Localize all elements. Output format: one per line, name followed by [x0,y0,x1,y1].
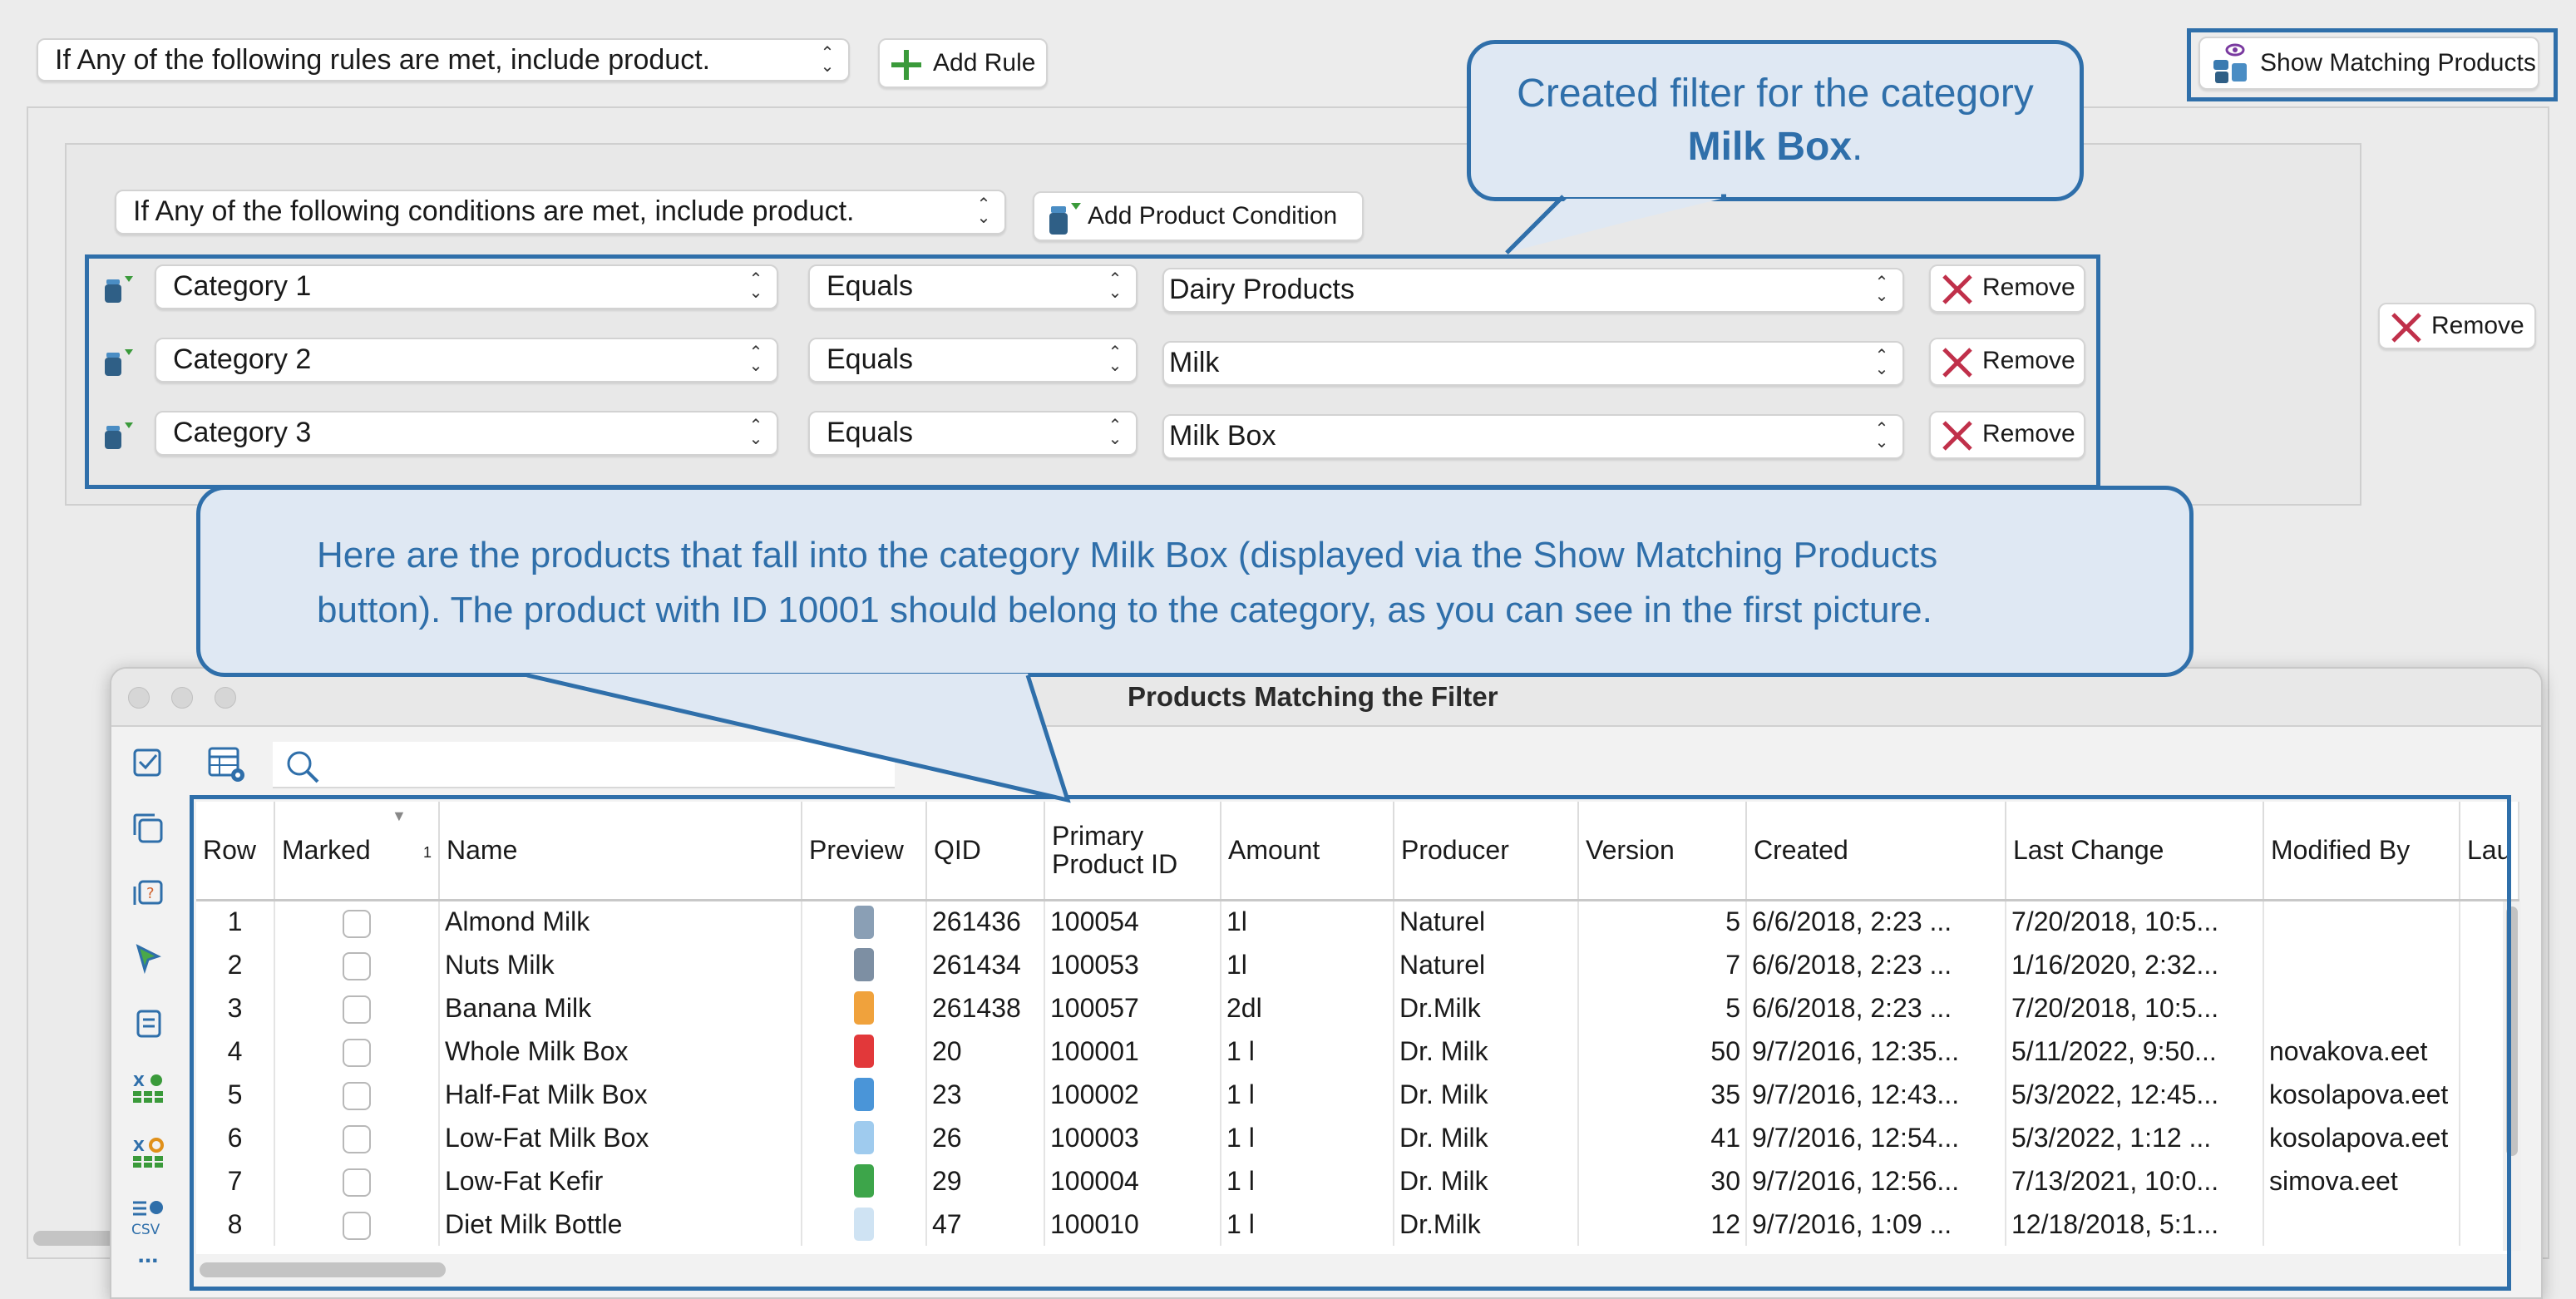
svg-text:CSV: CSV [131,1222,160,1237]
window-title: Products Matching the Filter [1128,681,1498,712]
copy-icon[interactable] [131,812,165,845]
callout-main-line1: Here are the products that fall into the… [317,535,1938,575]
remove-condition-label: Remove [1982,420,2075,447]
csv-export-icon[interactable]: CSV [131,1198,165,1237]
callout-top-line1: Created filter for the category [1517,72,2034,116]
close-icon [1942,274,1972,304]
select-arrows-icon: ⌃ ⌄ [748,343,763,375]
remove-condition-button[interactable]: Remove [1929,264,2085,313]
select-arrows-icon: ⌃ ⌄ [748,417,763,448]
condition-match-select[interactable]: If Any of the following conditions are m… [115,190,1006,235]
add-rule-label: Add Rule [933,49,1036,77]
close-icon [1942,348,1972,378]
select-arrows-icon: ⌃ ⌄ [1108,343,1123,375]
select-arrows-icon: ⌃ ⌄ [1108,417,1123,448]
product-condition-icon [105,276,133,303]
callout-main-tail [526,673,1071,803]
callout-top-tail-fill [1505,194,1726,254]
close-icon [1942,421,1972,451]
condition-operator-select[interactable]: Equals ⌃ ⌄ [808,264,1137,309]
rule-match-select[interactable]: If Any of the following rules are met, i… [37,38,850,81]
select-arrows-icon: ⌃ ⌄ [820,44,835,76]
callout-top-suffix: . [1852,125,1863,169]
condition-operator-value: Equals [827,417,913,448]
remove-condition-label: Remove [1982,274,2075,301]
condition-attribute-select[interactable]: Category 1 ⌃ ⌄ [155,264,778,309]
show-matching-highlight [2187,28,2558,101]
excel-settings-icon[interactable]: X [131,1136,165,1169]
rule-match-select-value: If Any of the following rules are met, i… [55,44,711,76]
notes-icon[interactable] [131,1006,165,1040]
add-product-condition-button[interactable]: Add Product Condition [1033,191,1364,241]
condition-attribute-select[interactable]: Category 3 ⌃ ⌄ [155,411,778,456]
checklist-icon[interactable] [131,747,165,780]
condition-operator-select[interactable]: Equals ⌃ ⌄ [808,338,1137,383]
remove-condition-button[interactable]: Remove [1929,338,2085,386]
select-arrows-icon: ⌃ ⌄ [1108,270,1123,302]
svg-text:X: X [133,1073,145,1090]
callout-matching-products: Here are the products that fall into the… [196,486,2194,677]
condition-attribute-select[interactable]: Category 2 ⌃ ⌄ [155,338,778,383]
select-arrows-icon: ⌃ ⌄ [748,270,763,302]
table-highlight [190,795,2511,1291]
window-minimize-button[interactable] [171,687,193,709]
more-icon[interactable]: ... [131,1242,165,1276]
plus-icon [891,50,921,80]
cursor-icon[interactable] [131,941,165,975]
condition-attribute-value: Category 3 [173,417,312,448]
remove-condition-label: Remove [1982,347,2075,374]
condition-operator-select[interactable]: Equals ⌃ ⌄ [808,411,1137,456]
close-icon [2391,313,2421,343]
condition-value: Milk Box [1169,420,1276,452]
condition-value-combo[interactable]: Milk Box ⌃ ⌄ [1162,414,1904,459]
condition-match-select-value: If Any of the following conditions are m… [133,195,855,227]
svg-text:?: ? [146,885,155,902]
callout-top-bold: Milk Box [1687,125,1853,169]
product-condition-icon [105,349,133,376]
condition-operator-value: Equals [827,270,913,302]
remove-rule-button[interactable]: Remove [2378,303,2536,349]
condition-value: Milk [1169,347,1220,378]
window-zoom-button[interactable] [215,687,236,709]
select-arrows-icon: ⌃ ⌄ [1874,347,1889,378]
add-rule-button[interactable]: Add Rule [878,38,1048,88]
condition-attribute-value: Category 1 [173,270,312,302]
callout-main-line2: button). The product with ID 10001 shoul… [317,590,1932,630]
help-copy-icon[interactable]: ? [131,877,165,910]
condition-attribute-value: Category 2 [173,343,312,375]
select-arrows-icon: ⌃ ⌄ [1874,274,1889,305]
table-settings-icon[interactable] [208,747,246,783]
product-condition-icon [1049,203,1081,235]
select-arrows-icon: ⌃ ⌄ [1874,420,1889,452]
add-product-condition-label: Add Product Condition [1088,202,1338,230]
condition-value-combo[interactable]: Milk ⌃ ⌄ [1162,341,1904,386]
search-icon [287,751,319,783]
remove-condition-button[interactable]: Remove [1929,411,2085,459]
condition-value-combo[interactable]: Dairy Products ⌃ ⌄ [1162,268,1904,313]
excel-import-icon[interactable]: X [131,1071,165,1104]
condition-value: Dairy Products [1169,274,1355,305]
window-close-button[interactable] [128,687,150,709]
select-arrows-icon: ⌃ ⌄ [976,195,991,227]
svg-text:X: X [133,1138,145,1155]
callout-top-line2: Milk Box. [1471,121,2080,174]
remove-rule-label: Remove [2431,312,2524,339]
condition-operator-value: Equals [827,343,913,375]
callout-category-filter: Created filter for the category Milk Box… [1467,40,2084,201]
product-condition-icon [105,422,133,449]
